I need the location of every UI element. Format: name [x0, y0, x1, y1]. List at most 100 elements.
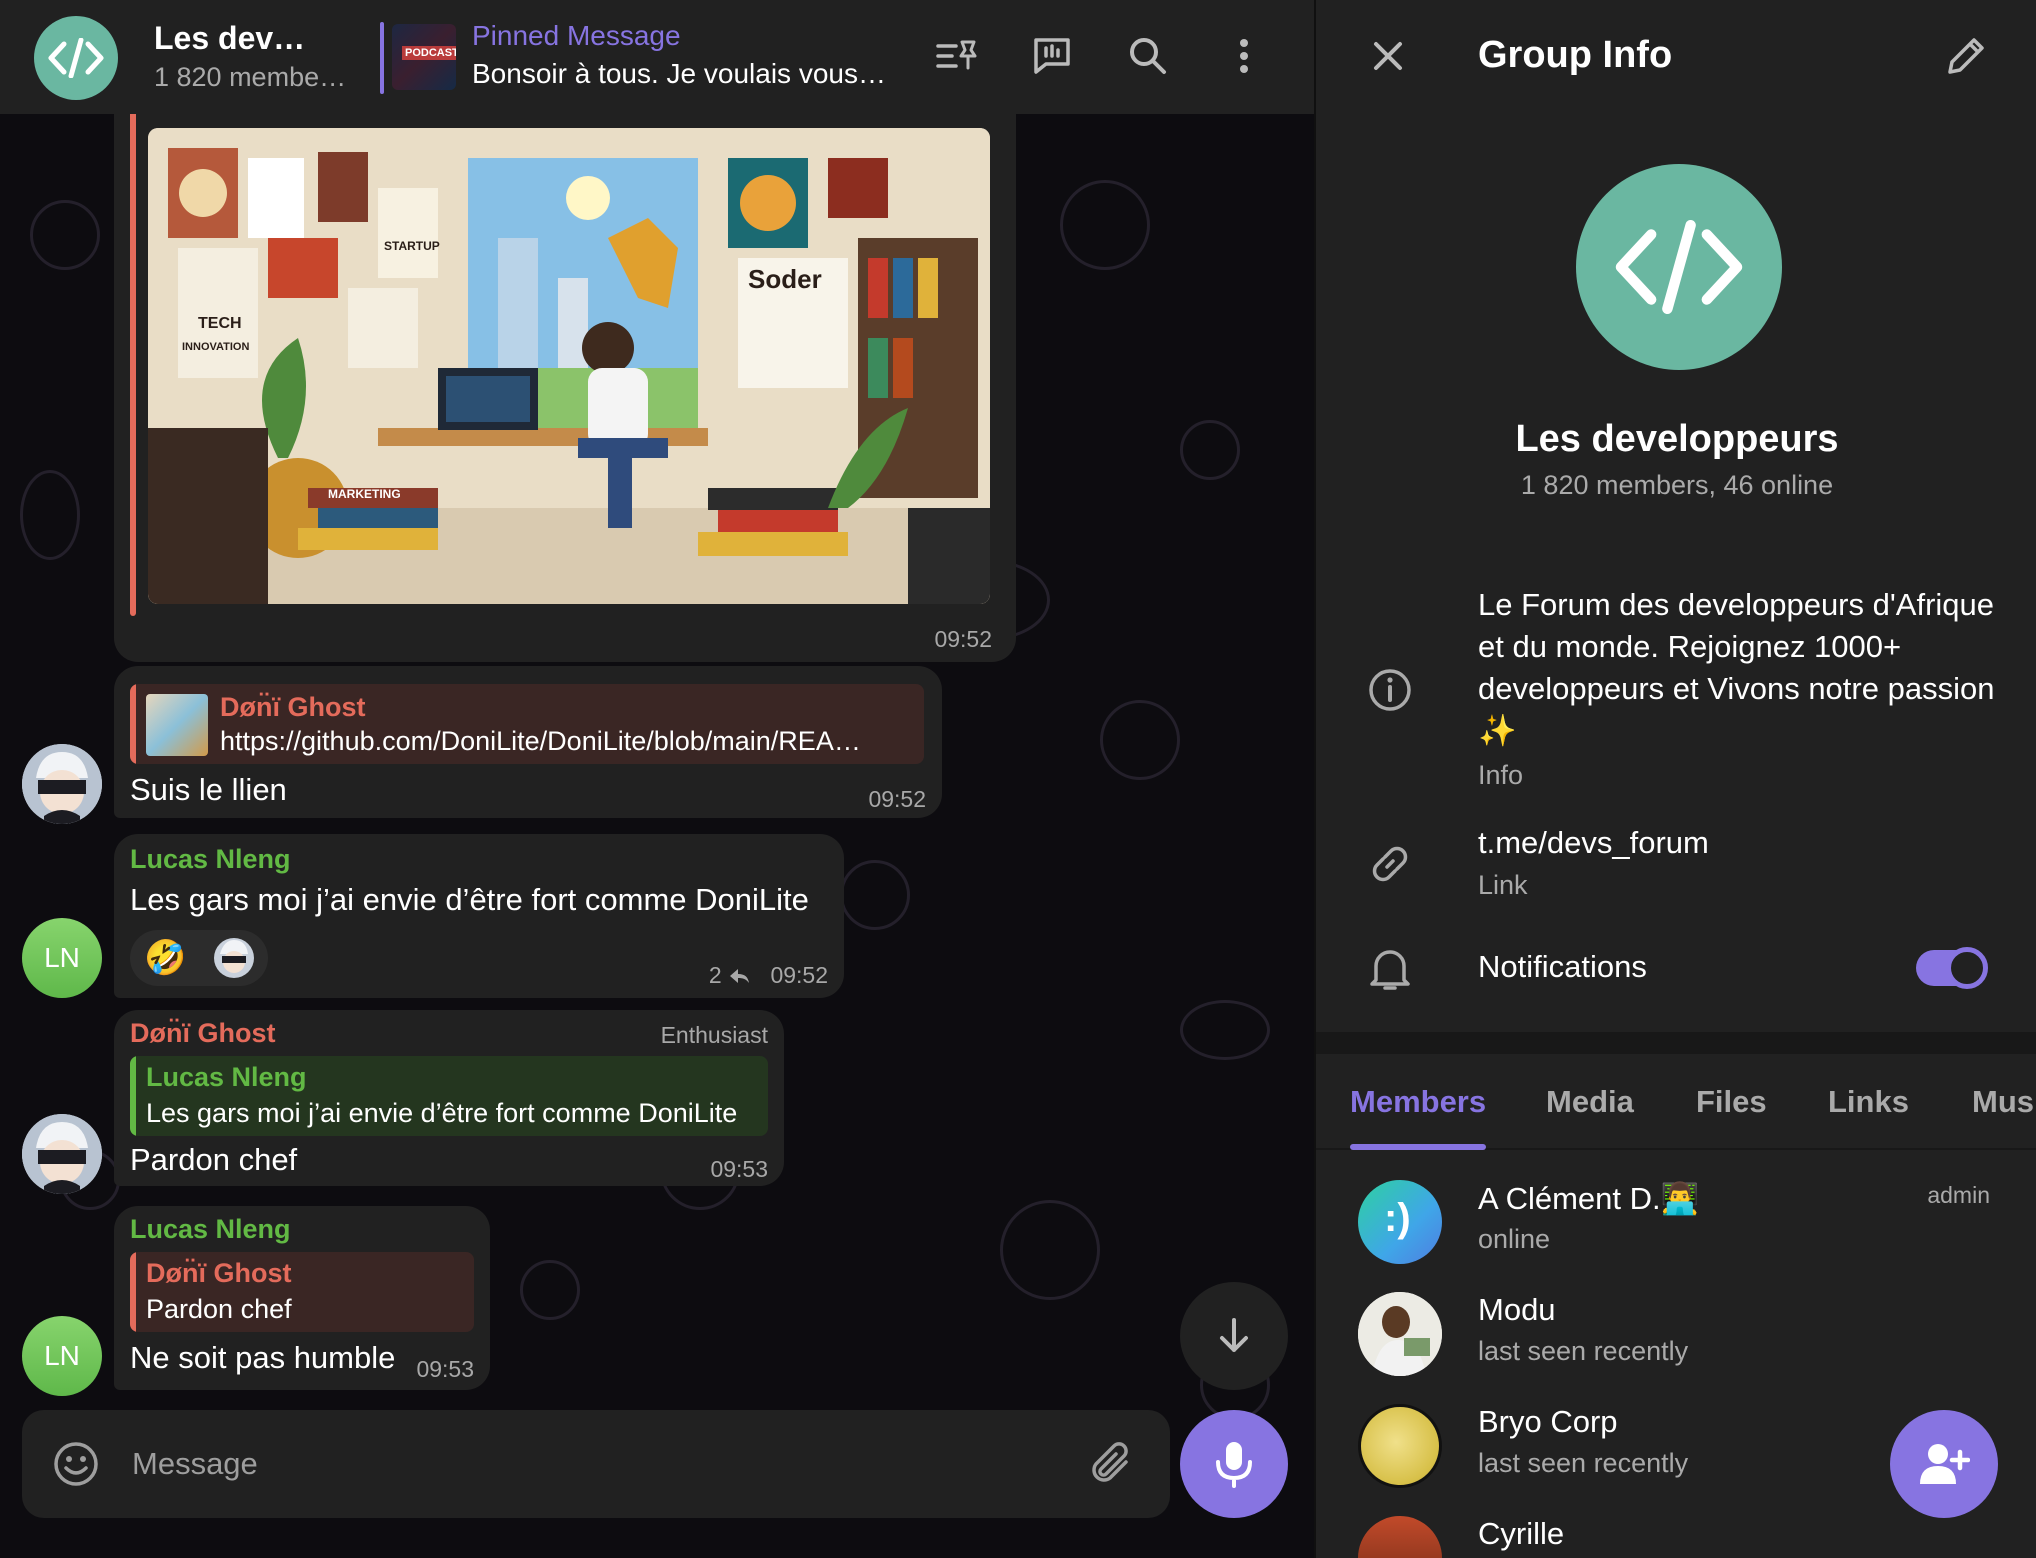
avatar-lucas-nleng[interactable]: LN	[22, 1316, 102, 1396]
message-bubble[interactable]: Lucas Nleng Døn̈ï Ghost Pardon chef Ne s…	[114, 1206, 490, 1390]
avatar-initials: LN	[44, 1340, 80, 1371]
group-link[interactable]: t.me/devs_forum	[1478, 822, 1709, 864]
info-circle-icon	[1364, 664, 1416, 716]
arrow-down-icon	[1220, 1318, 1248, 1352]
member-avatar	[1358, 1404, 1442, 1488]
image-word-tech: TECH	[198, 315, 242, 332]
tab-media[interactable]: Media	[1546, 1084, 1634, 1120]
voice-record-button[interactable]	[1180, 1410, 1288, 1518]
image-message[interactable]: TECH INNOVATION STARTUP MARKETING Soder …	[114, 96, 1016, 662]
image-word-startup: STARTUP	[384, 239, 440, 253]
group-description[interactable]: Le Forum des developpeurs d'Afrique et d…	[1478, 584, 1998, 752]
pinned-bar	[380, 22, 384, 94]
search-icon[interactable]	[1122, 30, 1174, 82]
group-avatar-large[interactable]	[1576, 164, 1782, 370]
message-time: 09:53	[710, 1156, 768, 1182]
message-composer[interactable]: Message	[22, 1410, 1170, 1518]
close-icon[interactable]	[1368, 36, 1408, 81]
message-image[interactable]: TECH INNOVATION STARTUP MARKETING Soder	[148, 128, 990, 604]
reply-arrow-icon	[730, 969, 750, 983]
reply-preview[interactable]: Døn̈ï Ghost Pardon chef	[130, 1252, 474, 1332]
member-avatar: :)	[1358, 1180, 1442, 1264]
pinned-label: Pinned Message	[472, 20, 681, 51]
tab-members[interactable]: Members	[1350, 1084, 1486, 1120]
member-status: online	[1478, 1224, 1551, 1254]
reply-bar	[130, 684, 136, 764]
member-row[interactable]: Modu last seen recently	[1316, 1292, 2036, 1404]
chat-title[interactable]: Les dev…	[154, 20, 305, 57]
member-avatar	[1358, 1516, 1442, 1558]
message-text: Pardon chef	[130, 1142, 298, 1177]
reply-thumbnail	[146, 694, 208, 756]
message-input[interactable]: Message	[132, 1446, 258, 1482]
group-avatar[interactable]	[34, 16, 118, 100]
edit-icon[interactable]	[1944, 34, 1988, 83]
message-text: Suis le llien	[130, 772, 287, 807]
chat-header[interactable]: Les dev… 1 820 membe… PODCAST Pinned Mes…	[0, 0, 1314, 114]
member-name: Cyrille	[1478, 1516, 1565, 1551]
tab-files[interactable]: Files	[1696, 1084, 1767, 1120]
attach-icon[interactable]	[1088, 1440, 1134, 1493]
image-word-innovation: INNOVATION	[182, 341, 249, 353]
reaction-avatar	[214, 938, 254, 978]
image-word-marketing: MARKETING	[328, 487, 401, 501]
avatar-doni-ghost[interactable]	[22, 744, 102, 824]
avatar-doni-ghost[interactable]	[22, 1114, 102, 1194]
message-time: 09:52	[934, 626, 992, 652]
message-sender[interactable]: Lucas Nleng	[130, 1214, 291, 1245]
member-name: A Clément D.👨‍💻	[1478, 1181, 1700, 1216]
reaction-chip[interactable]: 🤣	[130, 930, 268, 986]
toggle-knob	[1946, 947, 1988, 989]
group-info-panel: Group Info Les developpeurs 1 820 member…	[1314, 0, 2036, 1558]
panel-title: Group Info	[1478, 34, 1673, 76]
member-row[interactable]: :) A Clément D.👨‍💻 online admin	[1316, 1180, 2036, 1292]
reply-sender: Lucas Nleng	[146, 1062, 307, 1092]
chat-member-count: 1 820 membe…	[154, 62, 347, 92]
reply-sender: Døn̈ï Ghost	[146, 1258, 292, 1288]
reply-preview[interactable]: Døn̈ï Ghost https://github.com/DoniLite/…	[130, 684, 924, 764]
chat-bubble-icon[interactable]	[1026, 30, 1078, 82]
member-row[interactable]: Cyrille	[1316, 1516, 2036, 1558]
link-icon	[1364, 838, 1416, 890]
emoji-icon[interactable]	[52, 1440, 100, 1493]
quote-bar	[130, 96, 136, 616]
member-role: admin	[1927, 1182, 1990, 1208]
message-text: Ne soit pas humble	[130, 1340, 396, 1375]
notifications-toggle[interactable]	[1916, 947, 1988, 989]
notifications-label: Notifications	[1478, 949, 1647, 984]
image-word-soder: Soder	[748, 264, 822, 294]
more-vert-icon[interactable]	[1218, 30, 1270, 82]
message-bubble[interactable]: Døn̈ï Ghost https://github.com/DoniLite/…	[114, 666, 942, 818]
illustration-image: TECH INNOVATION STARTUP MARKETING Soder	[148, 128, 990, 604]
add-member-button[interactable]	[1890, 1410, 1998, 1518]
reply-text: Les gars moi j’ai envie d’être fort comm…	[146, 1098, 738, 1128]
reply-preview[interactable]: Lucas Nleng Les gars moi j’ai envie d’êt…	[130, 1056, 768, 1136]
pinned-message[interactable]: PODCAST Pinned Message Bonsoir à tous. J…	[380, 18, 900, 98]
tab-music[interactable]: Mus	[1972, 1084, 2034, 1120]
reply-count[interactable]: 2 09:52	[709, 962, 828, 989]
scroll-down-button[interactable]	[1180, 1282, 1288, 1390]
group-link-label: Link	[1478, 870, 1528, 900]
message-bubble[interactable]: Døn̈ï Ghost Enthusiast Lucas Nleng Les g…	[114, 1010, 784, 1186]
media-tabs: Members Media Files Links Mus	[1316, 1054, 2036, 1150]
bell-icon	[1364, 942, 1416, 994]
reply-text: https://github.com/DoniLite/DoniLite/blo…	[220, 726, 861, 756]
sender-badge: Enthusiast	[660, 1022, 768, 1048]
group-stats: 1 820 members, 46 online	[1520, 470, 1834, 500]
reply-bar	[130, 1056, 136, 1136]
reply-count-value: 2	[708, 962, 722, 988]
pin-list-icon[interactable]	[930, 30, 982, 82]
avatar-lucas-nleng[interactable]: LN	[22, 918, 102, 998]
tab-links[interactable]: Links	[1828, 1084, 1909, 1120]
code-icon	[48, 38, 104, 78]
message-sender[interactable]: Døn̈ï Ghost	[130, 1018, 275, 1049]
member-name: Modu	[1478, 1292, 1556, 1327]
message-bubble[interactable]: Lucas Nleng Les gars moi j’ai envie d’êt…	[114, 834, 844, 998]
pinned-thumbnail: PODCAST	[392, 24, 456, 90]
member-name: Bryo Corp	[1478, 1404, 1618, 1439]
member-avatar	[1358, 1292, 1442, 1376]
pinned-thumbnail-text: PODCAST	[402, 46, 456, 60]
chat-area: Les dev… 1 820 membe… PODCAST Pinned Mes…	[0, 0, 1314, 1558]
message-sender[interactable]: Lucas Nleng	[130, 844, 291, 875]
group-name: Les developpeurs	[1515, 418, 1839, 460]
